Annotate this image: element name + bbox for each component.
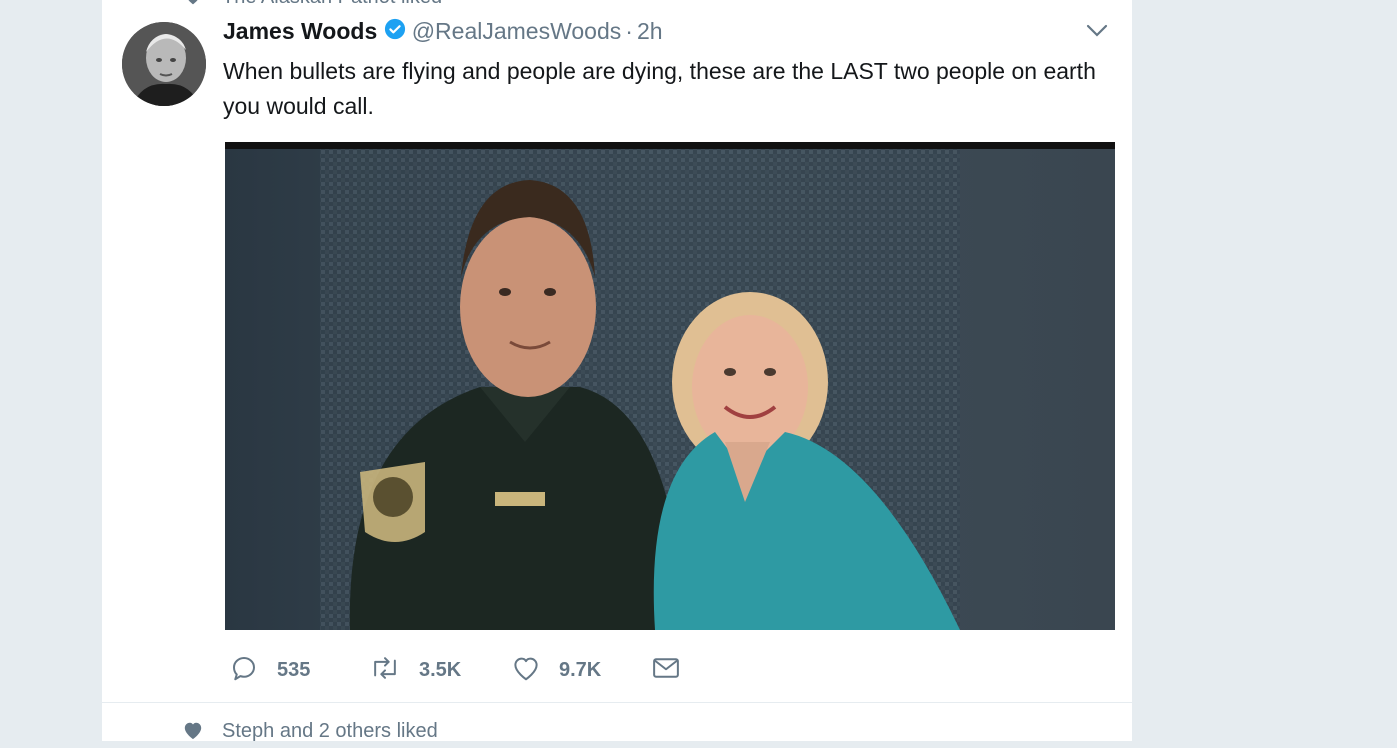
direct-message-button[interactable] [651,654,681,686]
tweet-divider [102,702,1132,703]
tweet-text: When bullets are flying and people are d… [223,58,1096,119]
author-name[interactable]: James Woods [223,18,377,44]
verified-badge-icon [384,18,406,45]
tweet-timestamp[interactable]: 2h [637,18,663,44]
next-social-context-text[interactable]: Steph and 2 others liked [222,720,438,743]
like-icon [511,654,541,687]
heart-icon [184,0,202,11]
reply-icon [229,653,259,688]
reply-count: 535 [277,658,311,681]
retweet-icon [369,653,401,688]
timeline: The Alaskan Patriot liked James Woods @R… [101,0,1133,742]
like-count: 9.7K [559,658,602,681]
tweet-header: James Woods @RealJamesWoods · 2h [223,18,663,50]
message-icon [651,654,681,687]
author-handle[interactable]: @RealJamesWoods [412,18,622,44]
separator-dot: · [625,18,633,44]
retweet-button[interactable]: 3.5K [369,654,461,686]
tweet-actions: 535 3.5K 9.7K [229,654,829,686]
social-context: The Alaskan Patriot liked [102,0,1132,9]
media-top-bar [225,142,1115,149]
tweet-photo[interactable] [225,142,1115,630]
avatar[interactable] [122,22,206,106]
next-social-context: Steph and 2 others liked [102,718,1132,748]
social-context-text[interactable]: The Alaskan Patriot liked [222,0,442,9]
reply-button[interactable]: 535 [229,654,310,686]
heart-icon [182,720,204,745]
chevron-down-icon[interactable] [1086,24,1108,43]
retweet-count: 3.5K [419,658,462,681]
like-button[interactable]: 9.7K [511,654,601,686]
